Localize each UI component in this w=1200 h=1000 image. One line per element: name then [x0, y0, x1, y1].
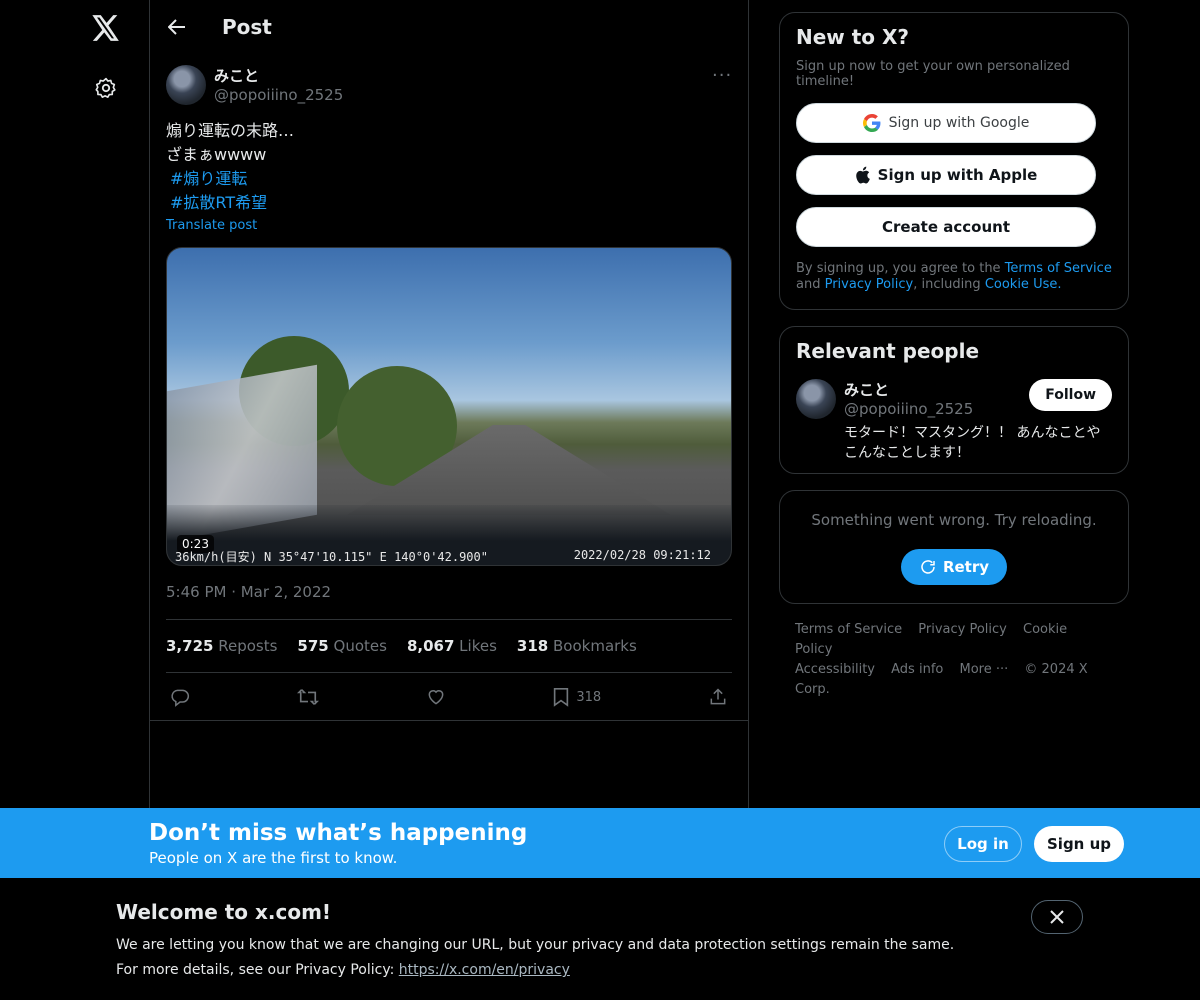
post-timestamp[interactable]: 5:46 PM · Mar 2, 2022 — [166, 583, 331, 601]
likes-stat[interactable]: 8,067 Likes — [407, 637, 497, 655]
relevant-person[interactable]: みこと @popoiiino_2525 Follow モタード！マスタング！！ … — [796, 375, 1112, 465]
footer-link-ads[interactable]: Ads info — [891, 662, 943, 677]
legal-text: , including — [913, 277, 985, 292]
follow-button[interactable]: Follow — [1029, 379, 1112, 411]
notice-line-text: For more details, see our Privacy Policy… — [116, 962, 399, 978]
footer-link-terms[interactable]: Terms of Service — [795, 622, 902, 637]
privacy-link[interactable]: Privacy Policy — [825, 277, 914, 292]
bookmark-action[interactable]: 318 — [552, 687, 601, 707]
post-actions: 318 — [166, 674, 732, 720]
post-stats: 3,725 Reposts 575 Quotes 8,067 Likes 318… — [166, 619, 732, 673]
close-icon[interactable] — [1031, 900, 1083, 934]
retry-label: Retry — [942, 558, 990, 576]
divider — [150, 720, 748, 721]
avatar[interactable] — [796, 379, 836, 419]
login-button[interactable]: Log in — [944, 826, 1022, 862]
page-title: Post — [222, 15, 272, 39]
person-handle[interactable]: @popoiiino_2525 — [844, 400, 973, 418]
notice-line: We are letting you know that we are chan… — [116, 937, 955, 953]
apple-logo-icon — [855, 166, 870, 184]
create-account-button[interactable]: Create account — [796, 207, 1096, 247]
cookie-link[interactable]: Cookie Use. — [985, 277, 1062, 292]
hashtag-link[interactable]: #拡散RT希望 — [166, 191, 294, 215]
footer-link-privacy[interactable]: Privacy Policy — [918, 622, 1007, 637]
hashtag-link[interactable]: #煽り運転 — [166, 167, 294, 191]
like-heart-icon[interactable] — [426, 687, 446, 707]
footer-link-accessibility[interactable]: Accessibility — [795, 662, 875, 677]
footer-links: Terms of Service Privacy Policy Cookie P… — [779, 620, 1129, 700]
notice-title: Welcome to x.com! — [116, 900, 332, 924]
bookmark-icon — [554, 688, 569, 707]
error-card: Something went wrong. Try reloading. Ret… — [779, 490, 1129, 604]
url-change-notice: Welcome to x.com! We are letting you kno… — [0, 878, 1200, 1000]
back-arrow-icon[interactable] — [166, 16, 188, 38]
video-player[interactable]: 0:23 36km/h(目安) N 35°47'10.115" E 140°0'… — [166, 247, 732, 566]
post-author: みこと @popoiiino_2525 ··· — [166, 65, 732, 107]
video-overlay-text: 36km/h(目安) N 35°47'10.115" E 140°0'42.90… — [175, 548, 711, 565]
retry-button[interactable]: Retry — [900, 549, 1008, 585]
privacy-url-link[interactable]: https://x.com/en/privacy — [399, 962, 570, 978]
reply-icon[interactable] — [170, 687, 190, 707]
avatar[interactable] — [166, 65, 206, 105]
video-overlay-gps: 36km/h(目安) N 35°47'10.115" E 140°0'42.90… — [175, 550, 488, 564]
repost-icon[interactable] — [296, 687, 319, 707]
bookmarks-stat[interactable]: 318 Bookmarks — [517, 637, 637, 655]
legal-text: By signing up, you agree to the — [796, 261, 1005, 276]
signup-button[interactable]: Sign up — [1034, 826, 1124, 862]
right-sidebar: New to X? Sign up now to get your own pe… — [779, 12, 1129, 700]
post-text-line: 煽り運転の末路… — [166, 121, 295, 140]
translate-post-link[interactable]: Translate post — [166, 218, 257, 233]
share-icon[interactable] — [708, 687, 728, 707]
reposts-stat[interactable]: 3,725 Reposts — [166, 637, 277, 655]
signup-apple-button[interactable]: Sign up with Apple — [796, 155, 1096, 195]
relevant-people-card: Relevant people みこと @popoiiino_2525 Foll… — [779, 326, 1129, 474]
settings-gear-icon[interactable] — [86, 68, 126, 108]
quotes-stat[interactable]: 575 Quotes — [297, 637, 387, 655]
banner-headline: Don’t miss what’s happening — [149, 820, 528, 846]
footer-link-more[interactable]: More ··· — [959, 662, 1008, 677]
signup-card-title: New to X? — [796, 25, 910, 49]
terms-link[interactable]: Terms of Service — [1005, 261, 1112, 276]
signup-card: New to X? Sign up now to get your own pe… — [779, 12, 1129, 310]
bookmark-count: 318 — [576, 689, 602, 705]
signup-apple-label: Sign up with Apple — [877, 166, 1038, 184]
post-text-line: ざまぁwwww — [166, 145, 267, 164]
signup-card-subtitle: Sign up now to get your own personalized… — [796, 59, 1070, 89]
notice-line: For more details, see our Privacy Policy… — [116, 962, 570, 978]
signup-legal-text: By signing up, you agree to the Terms of… — [796, 261, 1112, 293]
relevant-people-title: Relevant people — [796, 339, 980, 363]
person-name[interactable]: みこと — [844, 379, 889, 400]
banner-subtext: People on X are the first to know. — [149, 849, 398, 867]
signup-banner: Don’t miss what’s happening People on X … — [0, 808, 1200, 878]
post-text: 煽り運転の末路… ざまぁwwww #煽り運転 #拡散RT希望 — [166, 119, 294, 215]
legal-text: and — [796, 277, 825, 292]
app-root: Post みこと @popoiiino_2525 ··· 煽り運転の末路… ざま… — [0, 0, 1200, 1000]
video-overlay-datetime: 2022/02/28 09:21:12 — [573, 548, 711, 562]
post-header: Post — [150, 0, 748, 54]
signup-google-label: Sign up with Google — [888, 115, 1030, 131]
error-message: Something went wrong. Try reloading. — [811, 511, 1097, 529]
google-logo-icon — [862, 114, 881, 132]
author-name[interactable]: みこと — [214, 65, 259, 86]
author-handle[interactable]: @popoiiino_2525 — [214, 86, 343, 104]
more-options-icon[interactable]: ··· — [712, 67, 732, 89]
signup-google-button[interactable]: Sign up with Google — [796, 103, 1096, 143]
refresh-icon — [921, 560, 935, 574]
x-logo-icon[interactable] — [86, 8, 126, 48]
person-bio: モタード！マスタング！！ あんなことやこんなことします！ — [844, 425, 1101, 461]
